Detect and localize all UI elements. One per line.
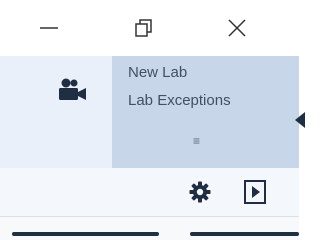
gear-icon[interactable] (188, 180, 212, 204)
lab-title: New Lab (128, 64, 188, 81)
collapse-arrow-icon[interactable] (293, 110, 307, 130)
lab-subtitle: Lab Exceptions (128, 92, 231, 109)
video-camera-icon[interactable] (56, 77, 88, 108)
scroll-indicator-right[interactable] (190, 232, 299, 236)
bottom-toolbar (0, 168, 299, 216)
close-button[interactable] (202, 0, 272, 56)
lab-panel: New Lab Lab Exceptions ≡ (0, 56, 305, 168)
window-titlebar (0, 0, 299, 56)
restore-icon (135, 19, 152, 37)
minimize-button[interactable] (14, 0, 84, 56)
play-button[interactable] (243, 179, 267, 205)
play-icon (244, 180, 266, 204)
menu-icon[interactable]: ≡ (193, 134, 200, 148)
minimize-icon (40, 27, 58, 29)
restore-button[interactable] (109, 0, 179, 56)
close-icon (228, 19, 246, 37)
bottom-strip (0, 217, 299, 240)
scroll-indicator-left[interactable] (12, 232, 159, 236)
